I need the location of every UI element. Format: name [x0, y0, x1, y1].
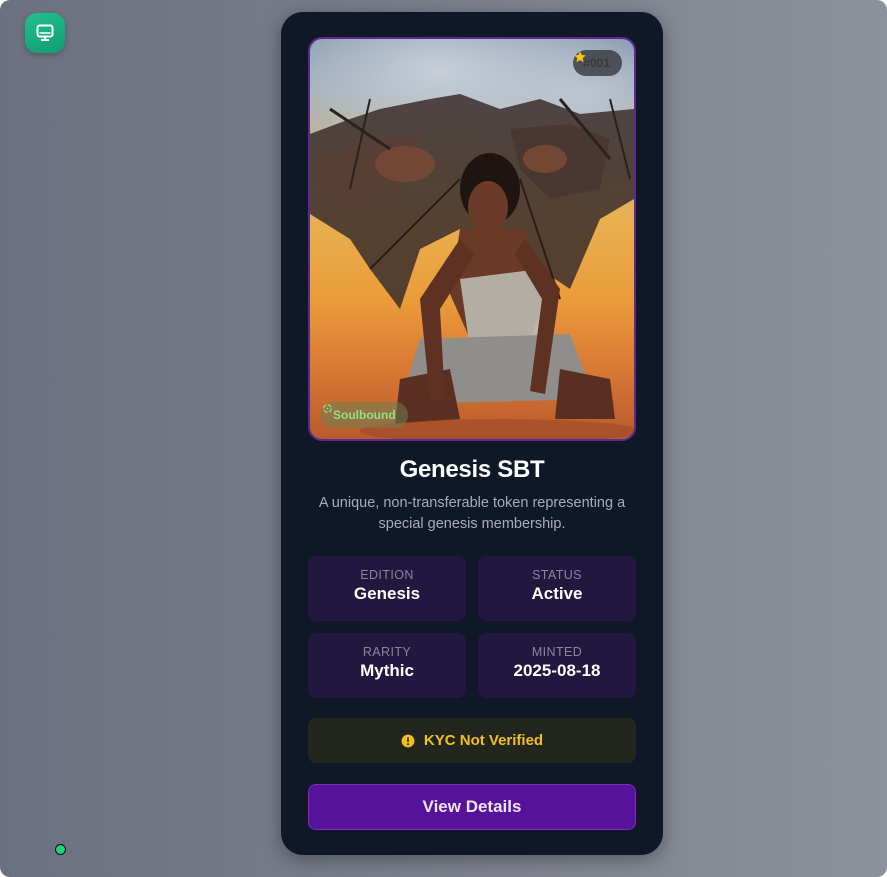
stat-status: STATUS Active: [478, 556, 636, 621]
stat-value: 2025-08-18: [513, 661, 601, 680]
kyc-status-text: KYC Not Verified: [423, 732, 544, 749]
page-background: #001 Soulbound Genesis SBT A unique, non…: [0, 0, 887, 877]
alert-circle-icon: [401, 734, 415, 747]
stat-label: RARITY: [362, 645, 412, 659]
stat-label: STATUS: [532, 568, 582, 582]
token-title: Genesis SBT: [399, 456, 545, 483]
view-details-button[interactable]: View Details: [308, 784, 636, 830]
stat-minted: MINTED 2025-08-18: [478, 633, 636, 698]
connection-status-dot: [55, 844, 66, 855]
monitor-icon: [36, 24, 54, 41]
stat-label: MINTED: [531, 645, 583, 659]
token-description: A unique, non-transferable token represe…: [318, 495, 626, 532]
star-icon: [574, 51, 587, 63]
edition-number-badge: #001: [573, 50, 622, 76]
app-launcher-button[interactable]: [25, 13, 65, 53]
stat-label: EDITION: [360, 568, 414, 582]
crosshair-icon: [323, 404, 332, 413]
soulbound-badge: Soulbound: [321, 402, 408, 428]
token-artwork: #001 Soulbound: [308, 37, 636, 441]
artwork-illustration: [310, 94, 634, 439]
stat-rarity: RARITY Mythic: [308, 633, 466, 698]
edition-number: #001: [583, 56, 610, 70]
stat-value: Active: [531, 584, 583, 603]
soulbound-label: Soulbound: [333, 408, 396, 422]
kyc-status-banner: KYC Not Verified: [308, 718, 636, 763]
sbt-card: #001 Soulbound Genesis SBT A unique, non…: [281, 12, 663, 855]
stat-value: Mythic: [360, 661, 414, 680]
stat-value: Genesis: [353, 584, 421, 603]
stat-edition: EDITION Genesis: [308, 556, 466, 621]
